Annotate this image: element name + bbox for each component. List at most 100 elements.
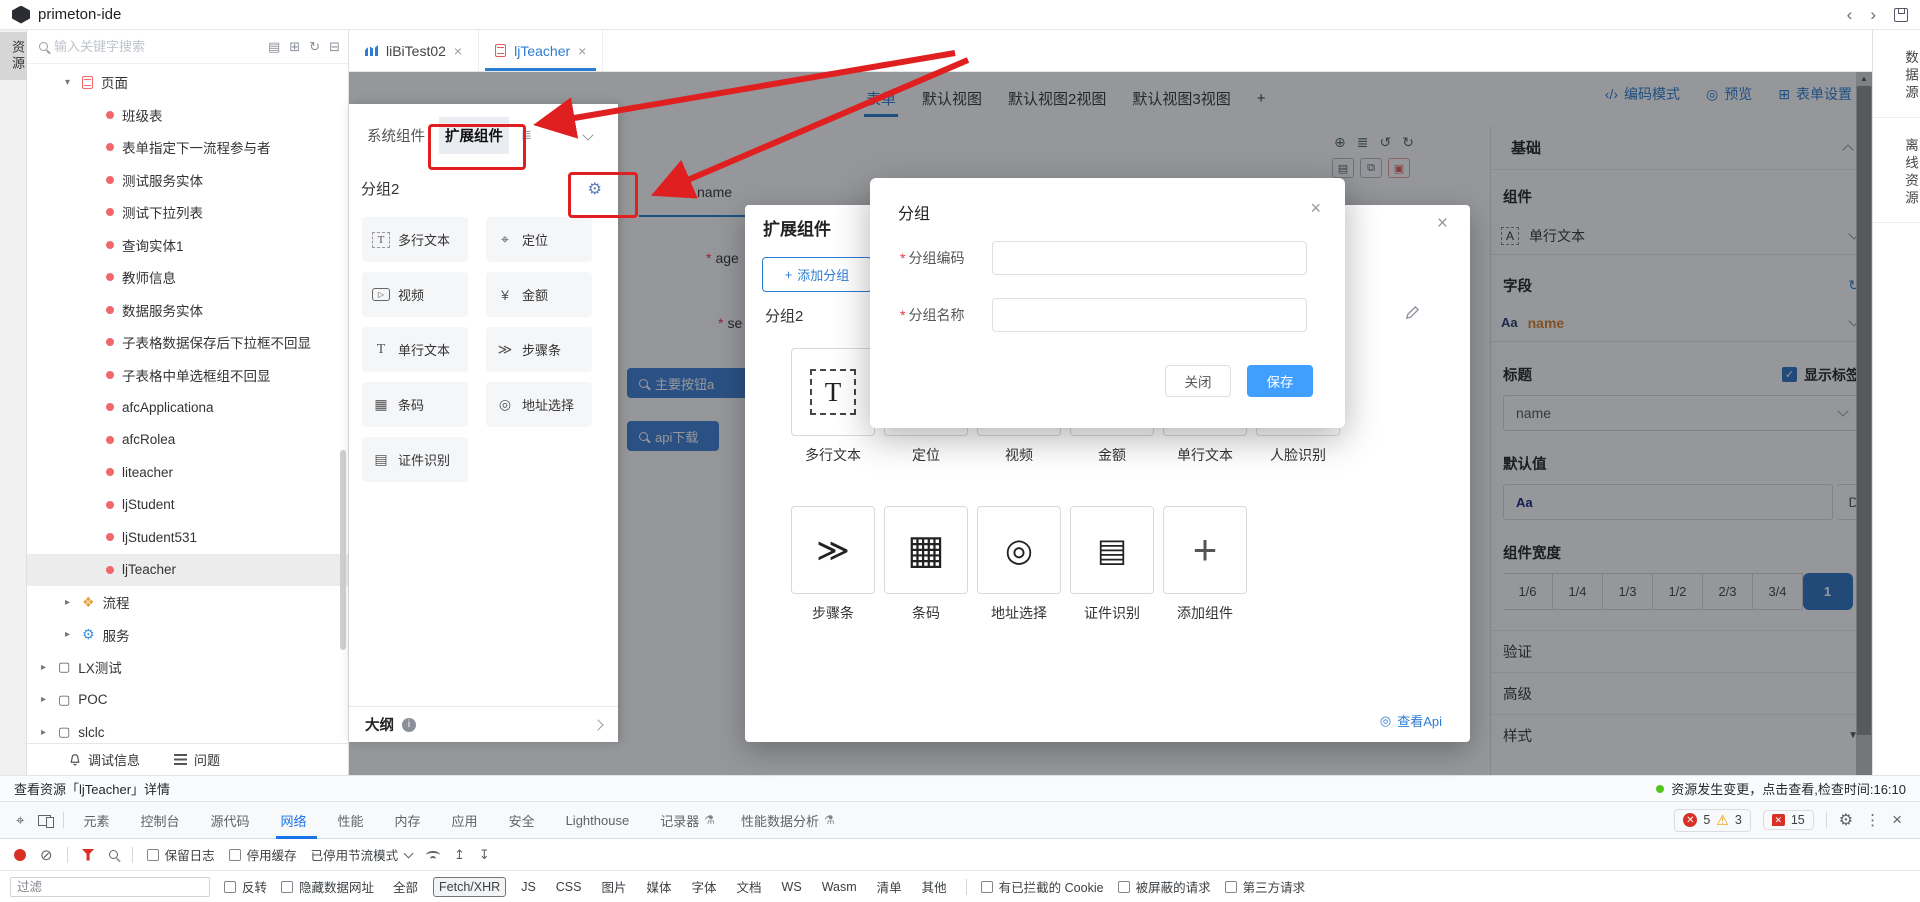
- tree-item[interactable]: ljStudent: [27, 489, 348, 522]
- network-search-icon[interactable]: [109, 850, 118, 859]
- tree-expand-icon[interactable]: ▾: [61, 77, 74, 88]
- document-tab[interactable]: ljTeacher ×: [479, 30, 603, 71]
- component-item[interactable]: T 多行文本: [362, 217, 468, 262]
- devtools-tab[interactable]: 记录器 ⚗: [647, 802, 728, 839]
- component-tile[interactable]: ▦ 条码: [884, 506, 968, 623]
- tree-expand-icon[interactable]: ▸: [61, 629, 74, 640]
- status-change-notice[interactable]: 资源发生变更，点击查看,检查时间:16:10: [1656, 779, 1906, 798]
- request-type-chip[interactable]: WS: [777, 878, 807, 896]
- component-tile[interactable]: + 添加组件: [1163, 506, 1247, 623]
- component-item[interactable]: ◎ 地址选择: [486, 382, 592, 427]
- devtools-tab[interactable]: Lighthouse: [553, 802, 648, 839]
- tree-item[interactable]: liteacher: [27, 456, 348, 489]
- chevron-down-icon[interactable]: [582, 129, 593, 140]
- close-icon[interactable]: ×: [578, 43, 586, 59]
- tree-item[interactable]: 数据服务实体: [27, 294, 348, 327]
- devtools-close-icon[interactable]: ×: [1892, 810, 1902, 830]
- hide-data-urls-checkbox[interactable]: 隐藏数据网址: [281, 877, 374, 896]
- import-har-icon[interactable]: ↥: [454, 847, 465, 863]
- tree-item[interactable]: ljStudent531: [27, 521, 348, 554]
- tree-expand-icon[interactable]: ▸: [37, 662, 50, 673]
- issues-badge[interactable]: ✕ 15: [1763, 810, 1814, 830]
- record-icon[interactable]: [14, 849, 26, 861]
- devtools-tab[interactable]: 内存: [382, 802, 439, 839]
- nav-forward-icon[interactable]: ›: [1870, 5, 1876, 25]
- invert-checkbox[interactable]: 反转: [224, 877, 267, 896]
- request-type-chip[interactable]: 全部: [388, 875, 423, 898]
- request-type-chip[interactable]: 媒体: [642, 875, 677, 898]
- tree-item[interactable]: 查询实体1: [27, 229, 348, 262]
- close-icon[interactable]: ×: [1437, 213, 1448, 235]
- throttling-select[interactable]: 已停用节流模式: [311, 845, 413, 864]
- tree-item[interactable]: 测试服务实体: [27, 164, 348, 197]
- request-type-chip[interactable]: 字体: [687, 875, 722, 898]
- tree-item[interactable]: afcRolea: [27, 424, 348, 457]
- kebab-menu-icon[interactable]: ⋮: [1865, 811, 1880, 829]
- group-code-input[interactable]: [992, 241, 1307, 275]
- tree-item[interactable]: ▾ 页面: [27, 66, 348, 99]
- component-item[interactable]: ≫ 步骤条: [486, 327, 592, 372]
- disable-cache-checkbox[interactable]: 停用缓存: [229, 845, 297, 864]
- tree-scrollbar[interactable]: [340, 450, 346, 650]
- blocked-cookies-checkbox[interactable]: 有已拦截的 Cookie: [981, 877, 1104, 896]
- devtools-tab[interactable]: 源代码: [197, 802, 267, 839]
- devtools-tab[interactable]: 控制台: [127, 802, 197, 839]
- blocked-requests-checkbox[interactable]: 被屏蔽的请求: [1118, 877, 1211, 896]
- device-toolbar-icon[interactable]: [38, 815, 51, 826]
- component-tile[interactable]: ≫ 步骤条: [791, 506, 875, 623]
- component-tile[interactable]: ◎ 地址选择: [977, 506, 1061, 623]
- third-party-checkbox[interactable]: 第三方请求: [1225, 877, 1306, 896]
- component-item[interactable]: ▷ 视频: [362, 272, 468, 317]
- nav-back-icon[interactable]: ‹: [1847, 5, 1853, 25]
- activity-tab-resources[interactable]: 资源: [0, 32, 27, 80]
- tree-item[interactable]: 教师信息: [27, 261, 348, 294]
- problems-button[interactable]: 问题: [174, 750, 220, 769]
- tree-item[interactable]: ▸ ▢ slclc: [27, 716, 348, 743]
- tree-item[interactable]: 子表格数据保存后下拉框不回显: [27, 326, 348, 359]
- devtools-tab[interactable]: 性能: [325, 802, 382, 839]
- collapse-all-icon[interactable]: ⊟: [329, 39, 340, 55]
- devtools-tab[interactable]: 安全: [496, 802, 553, 839]
- tree-item[interactable]: 测试下拉列表: [27, 196, 348, 229]
- tree-item[interactable]: ▸ ▢ POC: [27, 684, 348, 717]
- filter-funnel-icon[interactable]: [82, 849, 95, 861]
- document-tab[interactable]: liBiTest02 ×: [349, 30, 479, 71]
- tab-system-components[interactable]: 系统组件: [361, 117, 431, 154]
- network-conditions-icon[interactable]: [426, 851, 440, 859]
- view-api-link[interactable]: ◎ 查看Api: [1380, 711, 1442, 730]
- right-strip-tab[interactable]: 离线资源: [1873, 128, 1920, 223]
- network-filter-input[interactable]: [10, 877, 210, 897]
- request-type-chip[interactable]: 文档: [732, 875, 767, 898]
- cancel-button[interactable]: 关闭: [1165, 365, 1231, 397]
- component-item[interactable]: ▦ 条码: [362, 382, 468, 427]
- search-input[interactable]: [54, 39, 262, 54]
- add-group-button[interactable]: + 添加分组: [762, 257, 872, 292]
- debug-info-button[interactable]: 调试信息: [69, 750, 140, 769]
- request-type-chip[interactable]: Wasm: [817, 878, 862, 896]
- inspect-element-icon[interactable]: ⌖: [8, 812, 32, 829]
- component-tile[interactable]: T 多行文本: [791, 348, 875, 465]
- close-icon[interactable]: ×: [454, 43, 462, 59]
- devtools-settings-gear-icon[interactable]: ⚙: [1839, 810, 1853, 830]
- tree-item[interactable]: afcApplicationa: [27, 391, 348, 424]
- tree-item[interactable]: ▸ ▢ LX测试: [27, 651, 348, 684]
- component-item[interactable]: ▤ 证件识别: [362, 437, 468, 482]
- new-folder-icon[interactable]: ⊞: [289, 39, 300, 55]
- request-type-chip[interactable]: JS: [516, 878, 541, 896]
- request-type-chip[interactable]: Fetch/XHR: [433, 877, 506, 897]
- request-type-chip[interactable]: 清单: [872, 875, 907, 898]
- export-har-icon[interactable]: ↧: [479, 847, 490, 863]
- save-button[interactable]: 保存: [1247, 365, 1313, 397]
- tree-expand-icon[interactable]: ▸: [61, 597, 74, 608]
- request-type-chip[interactable]: CSS: [551, 878, 587, 896]
- close-icon[interactable]: ×: [1310, 198, 1321, 219]
- outline-footer[interactable]: 大纲 i: [349, 706, 618, 742]
- save-icon[interactable]: [1894, 8, 1908, 22]
- group-name-input[interactable]: [992, 298, 1307, 332]
- tree-expand-icon[interactable]: ▸: [37, 694, 50, 705]
- component-item[interactable]: ⌖ 定位: [486, 217, 592, 262]
- devtools-tab[interactable]: 元素: [70, 802, 127, 839]
- devtools-tab[interactable]: 应用: [439, 802, 496, 839]
- locate-file-icon[interactable]: ▤: [268, 39, 280, 55]
- console-errors-warnings-badge[interactable]: ✕ 5 ⚠ 3: [1674, 809, 1750, 832]
